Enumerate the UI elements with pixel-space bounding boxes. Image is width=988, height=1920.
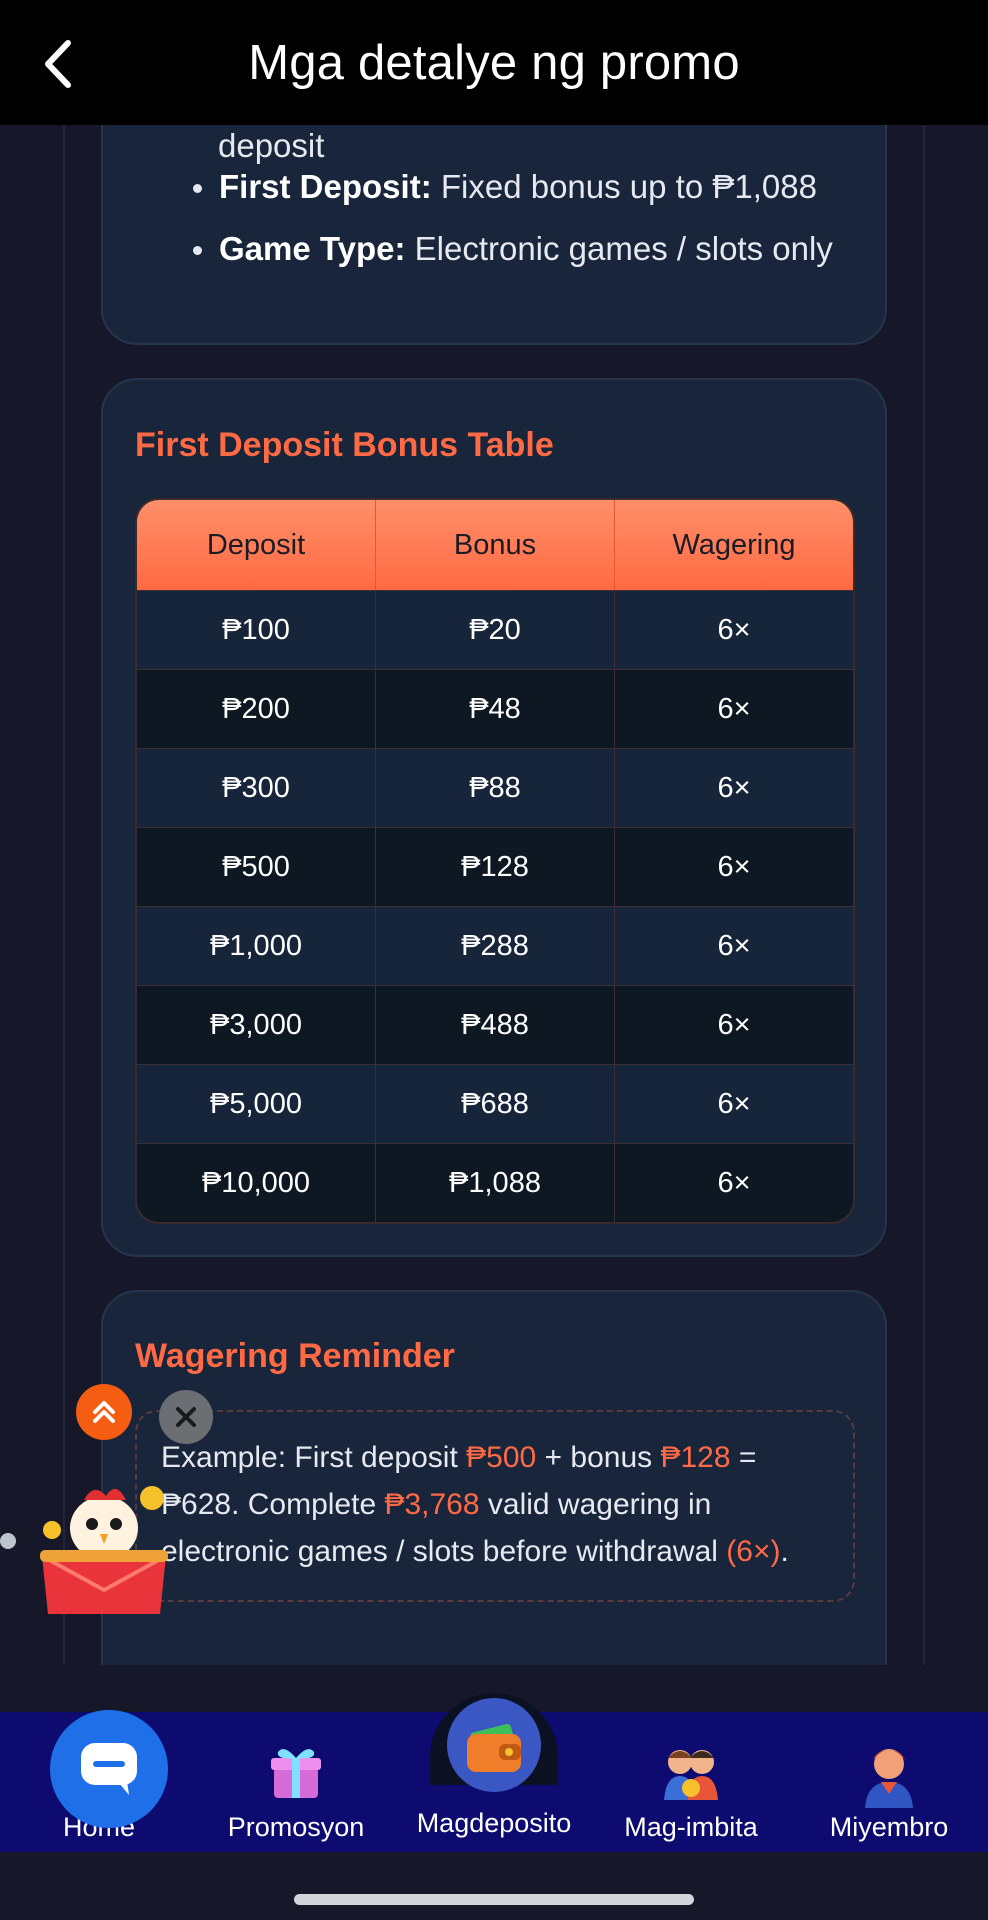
wallet-icon <box>467 1724 521 1772</box>
cell-deposit: ₱3,000 <box>137 986 376 1064</box>
table-row: ₱3,000 ₱488 6× <box>137 985 853 1064</box>
bonus-table: Deposit Bonus Wagering ₱100 ₱20 6× ₱200 ₱48… <box>135 498 855 1224</box>
cell-deposit: ₱1,000 <box>137 907 376 985</box>
table-row: ₱10,000 ₱1,088 6× <box>137 1143 853 1222</box>
cell-wagering: 6× <box>717 692 751 725</box>
cell-deposit: ₱300 <box>137 749 376 827</box>
cell-wagering: 6× <box>717 1087 751 1120</box>
table-row: ₱300 ₱88 6× <box>137 748 853 827</box>
cell-bonus: ₱688 <box>376 1065 615 1143</box>
table-row: ₱1,000 ₱288 6× <box>137 906 853 985</box>
nav-mag-imbita[interactable]: Mag-imbita <box>596 1712 786 1852</box>
reminder-text: + bonus <box>536 1441 661 1474</box>
reminder-example: Example: First deposit ₱500 + bonus ₱128… <box>135 1410 855 1602</box>
gift-icon <box>271 1749 321 1798</box>
nav-label: Promosyon <box>227 1812 365 1842</box>
side-rail-left <box>63 125 65 1665</box>
cell-wagering: 6× <box>717 613 751 646</box>
cell-bonus: ₱88 <box>376 749 615 827</box>
red-envelope-mascot[interactable] <box>34 1478 174 1618</box>
chat-support-button[interactable] <box>50 1710 168 1828</box>
promo-content[interactable]: deposit First Deposit: Fixed bonus up to… <box>0 125 988 1665</box>
scroll-to-top-button[interactable] <box>76 1384 132 1440</box>
nav-label: Magdeposito <box>416 1808 572 1838</box>
table-row: ₱500 ₱128 6× <box>137 827 853 906</box>
close-floating-widget-button[interactable] <box>159 1390 213 1444</box>
table-row: ₱200 ₱48 6× <box>137 669 853 748</box>
cell-bonus: ₱20 <box>376 591 615 669</box>
cell-bonus: ₱488 <box>376 986 615 1064</box>
nav-miyembro[interactable]: Miyembro <box>794 1712 984 1852</box>
double-chevron-up-icon <box>93 1401 115 1423</box>
rule-first-deposit: First Deposit: Fixed bonus up to ₱1,088 <box>193 167 833 207</box>
cell-wagering: 6× <box>717 850 751 883</box>
header-wagering: Wagering <box>672 528 796 561</box>
nav-promosyon[interactable]: Promosyon <box>201 1712 391 1852</box>
back-button[interactable] <box>22 28 94 100</box>
side-rail-right <box>923 125 925 1665</box>
highlight-wagering-amount: ₱3,768 <box>384 1488 480 1521</box>
clipped-text: deposit <box>218 127 325 164</box>
header-deposit: Deposit <box>137 500 376 590</box>
cell-deposit: ₱10,000 <box>137 1144 376 1222</box>
page-title: Mga detalye ng promo <box>248 35 740 90</box>
cell-bonus: ₱288 <box>376 907 615 985</box>
edge-handle-dot[interactable] <box>0 1533 16 1549</box>
cell-bonus: ₱48 <box>376 670 615 748</box>
rules-card: deposit First Deposit: Fixed bonus up to… <box>101 125 887 345</box>
cell-deposit: ₱5,000 <box>137 1065 376 1143</box>
header-bonus: Bonus <box>376 500 615 590</box>
reminder-text: . <box>780 1535 789 1568</box>
chat-icon <box>81 1743 137 1795</box>
reminder-title: Wagering Reminder <box>135 1337 455 1375</box>
cell-bonus: ₱1,088 <box>376 1144 615 1222</box>
bonus-table-title: First Deposit Bonus Table <box>135 426 554 464</box>
reminder-text: Example: First deposit <box>161 1441 467 1474</box>
cell-wagering: 6× <box>717 1008 751 1041</box>
cell-deposit: ₱500 <box>137 828 376 906</box>
deposit-button[interactable] <box>447 1698 541 1792</box>
chevron-left-icon <box>45 40 71 88</box>
cell-deposit: ₱200 <box>137 670 376 748</box>
table-row: ₱5,000 ₱688 6× <box>137 1064 853 1143</box>
cell-wagering: 6× <box>717 771 751 804</box>
wagering-reminder-card: Wagering Reminder Example: First deposit… <box>101 1290 887 1665</box>
member-icon <box>865 1749 913 1808</box>
home-indicator[interactable] <box>294 1894 694 1905</box>
bonus-table-card: First Deposit Bonus Table Deposit Bonus … <box>101 378 887 1257</box>
rules-list: First Deposit: Fixed bonus up to ₱1,088 … <box>193 167 833 290</box>
top-bar: Mga detalye ng promo <box>0 0 988 125</box>
cell-bonus: ₱128 <box>376 828 615 906</box>
highlight-multiplier: (6×) <box>726 1535 781 1568</box>
cell-wagering: 6× <box>717 1166 751 1199</box>
cell-deposit: ₱100 <box>137 591 376 669</box>
table-row: ₱100 ₱20 6× <box>137 590 853 669</box>
highlight-bonus: ₱128 <box>660 1441 731 1474</box>
rule-game-type: Game Type: Electronic games / slots only <box>193 229 833 269</box>
friends-icon <box>664 1750 718 1800</box>
table-header: Deposit Bonus Wagering <box>137 500 853 590</box>
nav-label: Miyembro <box>829 1812 949 1842</box>
cell-wagering: 6× <box>717 929 751 962</box>
close-icon <box>176 1407 196 1427</box>
rooster-envelope-icon <box>40 1486 168 1614</box>
nav-label: Mag-imbita <box>624 1812 758 1842</box>
highlight-deposit: ₱500 <box>466 1441 537 1474</box>
